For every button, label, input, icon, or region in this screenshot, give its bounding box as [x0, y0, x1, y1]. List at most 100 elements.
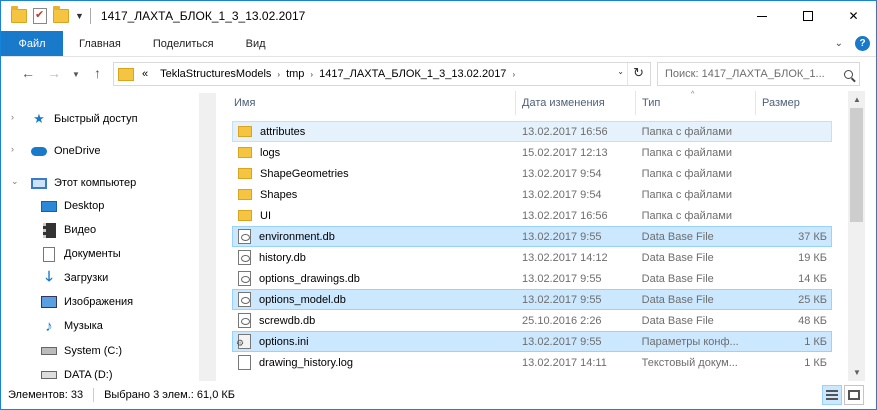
table-row[interactable]: UI 13.02.2017 16:56 Папка с файлами [232, 205, 832, 226]
sidebar-item-label: Документы [64, 248, 121, 260]
tab-home[interactable]: Главная [63, 31, 137, 56]
close-button[interactable]: ✕ [831, 1, 876, 31]
settings-file-icon [236, 334, 251, 349]
breadcrumb-overflow[interactable]: « [142, 68, 148, 80]
file-list-scrollbar[interactable]: ▲ ▼ [848, 91, 865, 381]
file-size: 25 КБ [798, 293, 827, 306]
details-view-button[interactable] [822, 385, 842, 405]
item-count: Элементов: 33 [8, 389, 84, 401]
breadcrumb-item[interactable]: tmp [286, 68, 304, 80]
collapse-chevron-icon[interactable]: ⌄ [11, 176, 19, 187]
search-box[interactable]: Поиск: 1417_ЛАХТА_БЛОК_1... [657, 62, 860, 86]
sidebar-item-label: OneDrive [54, 145, 101, 157]
file-name-cell: ShapeGeometries [233, 168, 516, 180]
scroll-down-icon[interactable]: ▼ [853, 368, 861, 377]
status-bar: Элементов: 33 Выбрано 3 элем.: 61,0 КБ [1, 381, 876, 409]
breadcrumb-item[interactable]: TeklaStructuresModels [160, 68, 271, 80]
sidebar-item-desktop[interactable]: Desktop [41, 196, 104, 216]
status-divider [93, 388, 95, 402]
file-name-cell: options_drawings.db [233, 271, 516, 286]
breadcrumb-item[interactable]: 1417_ЛАХТА_БЛОК_1_3_13.02.2017 [319, 68, 506, 80]
sidebar-item-quick-access[interactable]: ★ Быстрый доступ [31, 109, 137, 129]
table-row[interactable]: environment.db 13.02.2017 9:55 Data Base F… [232, 226, 832, 247]
properties-icon[interactable] [33, 8, 47, 24]
new-folder-icon[interactable] [53, 6, 69, 23]
sidebar-item-music[interactable]: ♪ Музыка [41, 316, 103, 336]
folder-icon[interactable] [11, 6, 27, 23]
file-name-cell: history.db [233, 250, 516, 265]
help-icon[interactable]: ? [855, 36, 870, 51]
table-row[interactable]: Shapes 13.02.2017 9:54 Папка с файлами [232, 184, 832, 205]
file-date: 13.02.2017 9:55 [522, 335, 602, 348]
large-icons-view-icon [848, 390, 860, 400]
folder-icon [118, 67, 134, 81]
address-history-chevron-icon[interactable]: ⌄ [617, 67, 624, 76]
forward-arrow-icon[interactable]: → [47, 65, 61, 81]
file-name-cell: attributes [233, 126, 516, 138]
column-name[interactable]: Имя [216, 91, 516, 115]
recent-locations-chevron-icon[interactable]: ▼ [72, 70, 80, 79]
address-bar[interactable]: « TeklaStructuresModels › tmp › 1417_ЛАХ… [113, 62, 651, 86]
customize-toolbar-chevron-icon[interactable]: ▼ [75, 11, 84, 21]
scroll-up-icon[interactable]: ▲ [853, 95, 861, 104]
table-row[interactable]: drawing_history.log 13.02.2017 14:11 Текст… [232, 352, 832, 373]
up-arrow-icon[interactable]: ↑ [94, 65, 101, 81]
drive-icon [41, 343, 57, 359]
table-row[interactable]: history.db 13.02.2017 14:12 Data Base File… [232, 247, 832, 268]
file-type: Папка с файлами [641, 188, 732, 201]
large-icons-view-button[interactable] [844, 385, 864, 405]
refresh-icon[interactable]: ↻ [633, 65, 644, 81]
star-icon: ★ [33, 111, 45, 126]
file-type: Data Base File [641, 272, 714, 285]
sidebar-item-videos[interactable]: Видео [41, 220, 96, 240]
back-arrow-icon[interactable]: ← [21, 65, 35, 81]
tab-view[interactable]: Вид [230, 31, 282, 56]
file-type: Data Base File [641, 251, 714, 264]
table-row[interactable]: logs 15.02.2017 12:13 Папка с файлами [232, 142, 832, 163]
music-icon: ♪ [45, 317, 53, 335]
file-type: Папка с файлами [641, 209, 732, 222]
expand-chevron-icon[interactable]: › [11, 112, 14, 122]
breadcrumb-separator-icon[interactable]: › [512, 70, 515, 79]
search-icon[interactable] [837, 69, 859, 79]
sidebar-item-pictures[interactable]: Изображения [41, 292, 133, 312]
maximize-icon [803, 11, 813, 21]
table-row[interactable]: options.ini 13.02.2017 9:55 Параметры конф… [232, 331, 832, 352]
table-row[interactable]: ShapeGeometries 13.02.2017 9:54 Папка с фа… [232, 163, 832, 184]
breadcrumb-separator-icon[interactable]: › [310, 70, 313, 79]
scrollbar-thumb[interactable] [850, 108, 863, 222]
window-controls: ✕ [739, 1, 876, 31]
file-type: Data Base File [641, 314, 714, 327]
file-rows: attributes 13.02.2017 16:56 Папка с файлам… [232, 121, 832, 373]
sidebar-item-documents[interactable]: Документы [41, 244, 121, 264]
column-size[interactable]: Размер [756, 91, 848, 115]
sidebar-item-label: Видео [64, 224, 97, 236]
sidebar-item-downloads[interactable]: 🡓 Загрузки [41, 268, 108, 288]
maximize-button[interactable] [785, 1, 831, 31]
file-date: 13.02.2017 9:54 [522, 188, 602, 201]
view-switcher [822, 385, 864, 405]
sidebar-item-this-pc[interactable]: Этот компьютер [31, 173, 136, 193]
sidebar-item-onedrive[interactable]: OneDrive [31, 141, 100, 161]
navigation-pane-scrollbar[interactable] [199, 93, 216, 381]
table-row[interactable]: attributes 13.02.2017 16:56 Папка с файлам… [232, 121, 832, 142]
table-row[interactable]: options_drawings.db 13.02.2017 9:55 Data B… [232, 268, 832, 289]
breadcrumb-separator-icon[interactable]: › [277, 70, 280, 79]
file-type: Папка с файлами [641, 125, 732, 138]
column-type[interactable]: Тип [636, 91, 756, 115]
expand-chevron-icon[interactable]: › [11, 144, 14, 154]
database-file-icon [238, 271, 251, 286]
table-row[interactable]: screwdb.db 25.10.2016 2:26 Data Base File 4… [232, 310, 832, 331]
search-input[interactable]: Поиск: 1417_ЛАХТА_БЛОК_1... [665, 68, 837, 80]
minimize-button[interactable] [739, 1, 785, 31]
ribbon-tabs: Файл Главная Поделиться Вид ⌄ ? [1, 31, 876, 57]
tab-share[interactable]: Поделиться [137, 31, 230, 56]
table-row[interactable]: options_model.db 13.02.2017 9:55 Data Base… [232, 289, 832, 310]
column-date-modified[interactable]: Дата изменения [516, 91, 636, 115]
folder-icon [238, 126, 252, 137]
tab-file[interactable]: Файл [1, 31, 63, 56]
pictures-icon [41, 294, 57, 310]
expand-ribbon-chevron-icon[interactable]: ⌄ [835, 38, 843, 49]
sidebar-item-system-c[interactable]: System (C:) [41, 341, 122, 361]
file-list: Имя Дата изменения Тип Размер ^ attribut… [216, 91, 848, 381]
